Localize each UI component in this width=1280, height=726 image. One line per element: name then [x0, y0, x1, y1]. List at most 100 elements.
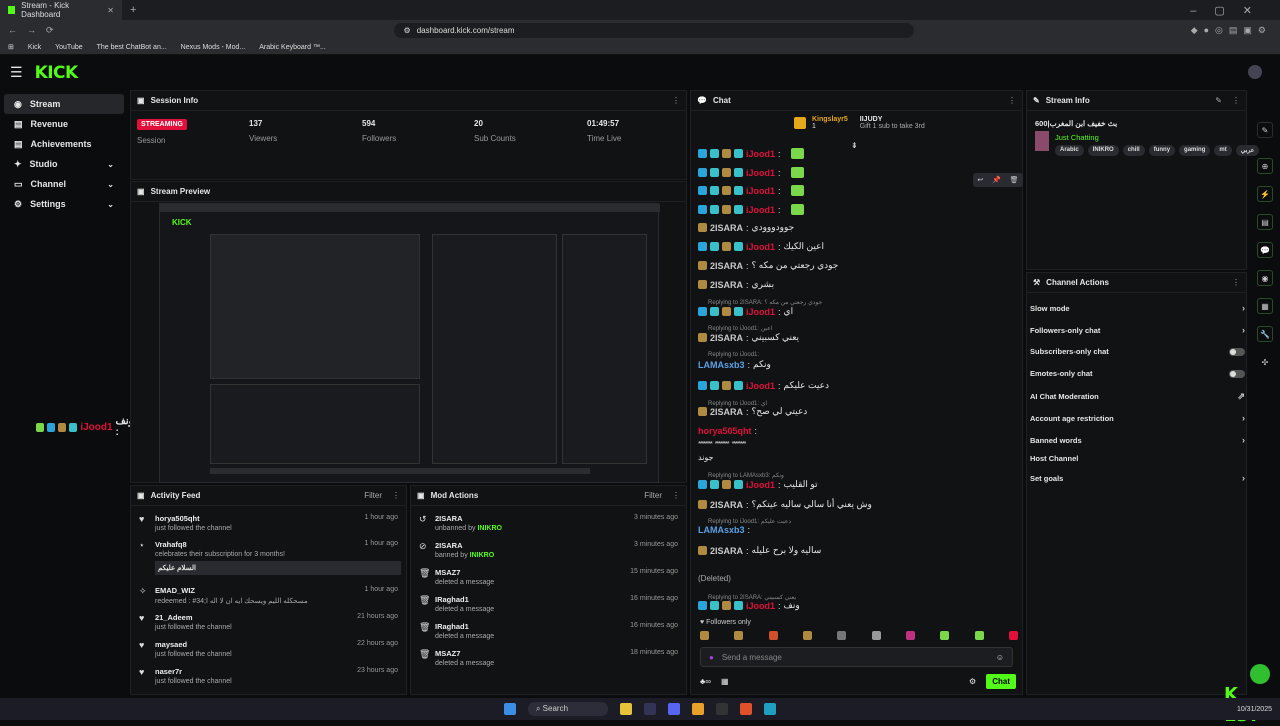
edit-icon[interactable]: ✎	[1257, 122, 1273, 138]
more-icon[interactable]: ⋮	[1232, 278, 1240, 287]
reply-context[interactable]: Replying to iJood1: دعيت عليكم	[708, 518, 791, 525]
chat-message[interactable]: 2ISARA: يعني كسبيني	[698, 332, 1018, 343]
channel-action-2[interactable]: Followers-only chat ›	[1030, 325, 1245, 335]
chat-message[interactable]: 2ISARA: دعيتي لي صح؟	[698, 406, 1018, 417]
chat-input[interactable]: ● Send a message ☺	[700, 647, 1013, 667]
filter-button[interactable]: Filter	[644, 491, 662, 500]
chat-username[interactable]: iJood1	[746, 168, 775, 178]
channel-action-7[interactable]: Banned words ›	[1030, 435, 1245, 445]
menu-icon[interactable]: ☰	[10, 64, 23, 81]
obs-icon[interactable]	[716, 703, 729, 715]
feed-user[interactable]: EMAD_WIZ	[155, 586, 308, 595]
taskbar-clock[interactable]: 10/31/2025	[1237, 706, 1272, 713]
wrench-icon[interactable]: 🔧	[1257, 326, 1273, 342]
chat-username[interactable]: 2ISARA	[710, 280, 743, 290]
mod-tools-icon[interactable]: ♣∞	[700, 677, 711, 686]
reload-icon[interactable]: ⟳	[46, 25, 54, 36]
kick-logo[interactable]: KICK	[35, 63, 79, 83]
mod-user[interactable]: 2ISARA	[435, 541, 494, 550]
emote-icon[interactable]	[905, 631, 915, 640]
edit-icon[interactable]: ✎	[1215, 96, 1222, 105]
more-icon[interactable]: ⋮	[672, 491, 680, 500]
broadcast-icon[interactable]: ◉	[1257, 270, 1273, 286]
edge-icon[interactable]	[764, 703, 777, 715]
chat-message[interactable]: 2ISARA: جوودووودي	[698, 222, 1018, 233]
mod-user[interactable]: IRaghad1	[435, 622, 494, 631]
emote-icon[interactable]	[871, 631, 881, 640]
chat-username[interactable]: horya505qht	[698, 426, 752, 436]
toggle-switch[interactable]	[1229, 347, 1245, 356]
feed-user[interactable]: naser7r	[155, 667, 232, 676]
emote-icon[interactable]	[734, 631, 744, 640]
more-icon[interactable]: ⋮	[1008, 96, 1016, 105]
chat-message[interactable]: 2ISARA: جودي رجعتي من مكه ؟	[698, 260, 1018, 271]
more-icon[interactable]: ⋮	[1232, 96, 1240, 105]
chat-username[interactable]: 2ISARA	[710, 333, 743, 343]
extensions-icons[interactable]: ◆●◎▤▣⚙	[1191, 25, 1272, 36]
tag[interactable]: عربي	[1235, 145, 1260, 156]
filter-button[interactable]: Filter	[364, 491, 382, 500]
emote-icon[interactable]	[940, 631, 950, 640]
chat-message[interactable]: horya505qht:	[698, 426, 1018, 436]
sidebar-item-channel[interactable]: ▭ Channel ⌄	[4, 174, 124, 194]
chat-message[interactable]: 2ISARA: بشري	[698, 279, 1018, 290]
chat-message[interactable]: LAMAsxb3:	[698, 525, 1018, 535]
chat-username[interactable]: 2ISARA	[710, 223, 743, 233]
chat-message[interactable]: iJood1:	[698, 148, 1018, 159]
emote-picker-icon[interactable]: ●	[709, 653, 714, 662]
top-gifter[interactable]: Kingslayr5	[812, 116, 848, 123]
tag[interactable]: INIKRO	[1087, 145, 1119, 156]
site-info-icon[interactable]: ⚙	[404, 26, 411, 35]
chat-username[interactable]: iJood1	[746, 307, 775, 317]
close-icon[interactable]: ✕	[107, 6, 114, 15]
feed-user[interactable]: Vrahafq8	[155, 540, 395, 549]
bookmark-nexus[interactable]: Nexus Mods - Mod...	[181, 44, 246, 51]
bookmark-arabic[interactable]: Arabic Keyboard ™...	[259, 44, 326, 51]
tag[interactable]: Arabic	[1055, 145, 1084, 156]
chat-username[interactable]: 2ISARA	[710, 546, 743, 556]
emote-icon[interactable]	[768, 631, 778, 640]
chrome-icon[interactable]	[692, 703, 705, 715]
reply-context[interactable]: Replying to iJood1: اعين	[708, 325, 772, 332]
chat-username[interactable]: iJood1	[746, 381, 775, 391]
channel-action-4[interactable]: Emotes-only chat	[1030, 369, 1245, 378]
mod-user[interactable]: IRaghad1	[435, 595, 494, 604]
chat-message[interactable]: iJood1:	[698, 185, 1018, 196]
tag[interactable]: gaming	[1179, 145, 1211, 156]
chat-message[interactable]: iJood1: اي	[698, 306, 1018, 317]
channel-action-8[interactable]: Host Channel	[1030, 454, 1245, 463]
discord-icon[interactable]	[668, 703, 681, 715]
chat-settings-icon[interactable]: ⚙	[969, 677, 976, 686]
feed-user[interactable]: maysaed	[155, 640, 232, 649]
emote-icon[interactable]	[974, 631, 984, 640]
feed-user[interactable]: 21_Adeem	[155, 613, 232, 622]
toggle-switch[interactable]	[1229, 369, 1245, 378]
target-icon[interactable]: ⊕	[1257, 158, 1273, 174]
steam-icon[interactable]	[644, 703, 657, 715]
tag[interactable]: funny	[1148, 145, 1176, 156]
chat-username[interactable]: iJood1	[746, 205, 775, 215]
taskbar-search[interactable]: ⌕ Search	[527, 702, 609, 716]
channel-action-6[interactable]: Account age restriction ›	[1030, 413, 1245, 423]
chat-message[interactable]: 2ISARA: وش يعني أنا سالي ساليه عيتكم؟	[698, 499, 1018, 510]
window-controls[interactable]: –▢✕	[1190, 4, 1270, 17]
reply-context[interactable]: Replying to LAMAsxb3: ونكم	[708, 472, 784, 479]
forward-icon[interactable]: →	[27, 25, 36, 35]
mod-by[interactable]: INIKRO	[470, 552, 495, 559]
sidebar-item-revenue[interactable]: ▤ Revenue	[4, 114, 124, 134]
explorer-icon[interactable]	[620, 703, 633, 715]
sidebar-item-studio[interactable]: ✦ Studio ⌄	[4, 154, 124, 174]
apps-icon[interactable]: ⊞	[8, 43, 14, 51]
smile-icon[interactable]: ☺	[996, 653, 1004, 662]
more-icon[interactable]: ⋮	[392, 491, 400, 500]
chat-message[interactable]: iJood1:	[698, 167, 1018, 178]
windows-start-icon[interactable]	[503, 703, 516, 715]
avatar[interactable]	[1248, 65, 1262, 79]
puzzle-icon[interactable]: ✣	[1257, 354, 1273, 370]
stream-video[interactable]: KICK	[159, 203, 660, 483]
chat-username[interactable]: 2ISARA	[710, 261, 743, 271]
stream-category[interactable]: Just Chatting	[1055, 133, 1099, 142]
calendar-icon[interactable]: ▦	[1257, 298, 1273, 314]
sidebar-item-stream[interactable]: ◉ Stream	[4, 94, 124, 114]
bolt-icon[interactable]: ⚡	[1257, 186, 1273, 202]
